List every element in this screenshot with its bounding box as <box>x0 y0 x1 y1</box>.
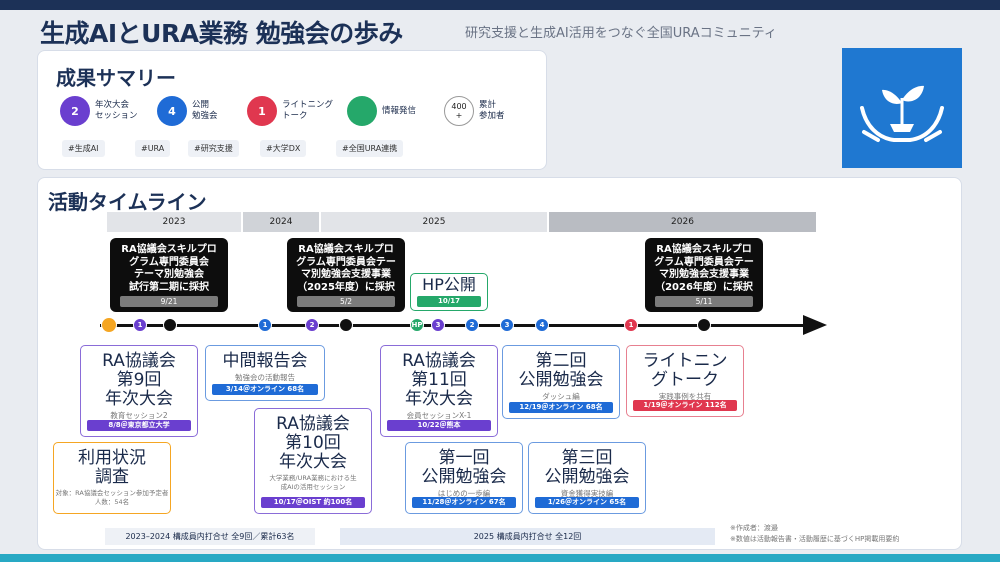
top-accent-bar <box>0 0 1000 10</box>
event-pill: 8/8＠東京都立大学 <box>87 420 191 431</box>
year-2023: 2023 <box>107 212 241 232</box>
start-dot <box>101 317 117 333</box>
event-public-1: 第一回 公開勉強会 はじめの一歩編 11/28＠オンライン 67名 <box>405 442 523 514</box>
stat-label: 累計 参加者 <box>479 100 505 121</box>
event-annual-11: RA協議会 第11回 年次大会 会員セッションX-1 10/22＠熊本 <box>380 345 498 437</box>
stat-label: 公開 勉強会 <box>192 100 218 121</box>
dot-public-4: 4 <box>535 318 549 332</box>
hp-launch-box: HP公開 10/17 <box>410 273 488 311</box>
event-sub: 会員セッションX-1 <box>406 411 472 420</box>
event-title: 中間報告会 <box>222 351 308 371</box>
tag: #全国URA連携 <box>336 140 404 157</box>
stat-public-study: 4 公開 勉強会 <box>157 96 218 126</box>
tag: #研究支援 <box>188 140 239 157</box>
event-pill: 1/19＠オンライン 112名 <box>633 400 737 411</box>
tag: #URA <box>135 140 171 157</box>
stat-circle <box>347 96 377 126</box>
year-2026: 2026 <box>549 212 816 232</box>
event-title: RA協議会 第11回 年次大会 <box>402 351 476 409</box>
event-sub: 大学業務/URA業務における生 成AIの活用セッション <box>269 474 357 491</box>
milestone-date: 5/11 <box>655 296 753 307</box>
stat-circle: 2 <box>60 96 90 126</box>
milestone-2023: RA協議会スキルプロ グラム専門委員会 テーマ別勉強会 試行第二期に採択 9/2… <box>110 238 228 312</box>
event-title: RA協議会 第10回 年次大会 <box>276 414 350 472</box>
dot-annual-2: 2 <box>305 318 319 332</box>
stat-label: 情報発信 <box>382 105 417 116</box>
dot-public-1: 1 <box>258 318 272 332</box>
source-note: ※数値は活動報告書・活動履歴に基づくHP掲載用要約 <box>730 535 900 543</box>
bottom-accent-bar <box>0 554 1000 562</box>
dot-annual-1: 1 <box>133 318 147 332</box>
stat-circle: 1 <box>247 96 277 126</box>
hp-title: HP公開 <box>422 275 476 294</box>
event-pill: 12/19＠オンライン 68名 <box>509 402 613 413</box>
stat-label: 年次大会 セッション <box>95 100 138 121</box>
event-sub: ダッシュ編 <box>542 392 580 401</box>
event-pill: 11/28＠オンライン 67名 <box>412 497 516 508</box>
event-sub: 勉強会の活動報告 <box>235 373 295 382</box>
tag: #生成AI <box>62 140 105 157</box>
dot-hp: HP <box>410 318 424 332</box>
milestone-dot <box>163 318 177 332</box>
milestone-dot <box>339 318 353 332</box>
year-2025: 2025 <box>321 212 547 232</box>
milestone-text: RA協議会スキルプロ グラム専門委員会テー マ別勉強会支援事業 （2026年度）… <box>654 244 754 293</box>
event-pill: 10/22＠熊本 <box>387 420 491 431</box>
event-title: 第一回 公開勉強会 <box>421 448 507 487</box>
event-usage-survey: 利用状況 調査 対象：RA協議会セッション参加予定者 人数：54名 <box>53 442 171 514</box>
milestone-2026: RA協議会スキルプロ グラム専門委員会テー マ別勉強会支援事業 （2026年度）… <box>645 238 763 312</box>
event-sub: 対象：RA協議会セッション参加予定者 人数：54名 <box>55 489 169 506</box>
year-2024: 2024 <box>243 212 319 232</box>
hp-date: 10/17 <box>417 296 481 307</box>
stat-lightning-talk: 1 ライトニング トーク <box>247 96 333 126</box>
dot-annual-3: 3 <box>431 318 445 332</box>
stat-info-dissemination: 情報発信 <box>347 96 416 126</box>
page-title: 生成AIとURA業務 勉強会の歩み <box>40 19 403 48</box>
milestone-date: 5/2 <box>297 296 395 307</box>
plant-in-hands-icon <box>842 48 962 168</box>
page-subtitle: 研究支援と生成AI活用をつなぐ全国URAコミュニティ <box>465 26 777 41</box>
milestone-text: RA協議会スキルプロ グラム専門委員会テー マ別勉強会支援事業 （2025年度）… <box>296 244 396 293</box>
timeline-title: 活動タイムライン <box>48 190 207 214</box>
event-sub: 教育セッション2 <box>110 411 168 420</box>
milestone-dot <box>697 318 711 332</box>
author-note: ※作成者：渡邉 <box>730 524 778 532</box>
stat-label: ライトニング トーク <box>282 100 334 121</box>
event-pill: 1/26＠オンライン 65名 <box>535 497 639 508</box>
milestone-text: RA協議会スキルプロ グラム専門委員会 テーマ別勉強会 試行第二期に採択 <box>121 244 217 293</box>
event-title: 第二回 公開勉強会 <box>518 351 604 390</box>
dot-lightning: 1 <box>624 318 638 332</box>
stat-circle: 4 <box>157 96 187 126</box>
timeline-arrow-icon <box>803 315 827 335</box>
milestone-2025: RA協議会スキルプロ グラム専門委員会テー マ別勉強会支援事業 （2025年度）… <box>287 238 405 312</box>
dot-public-2: 2 <box>465 318 479 332</box>
event-interim-report: 中間報告会 勉強会の活動報告 3/14＠オンライン 68名 <box>205 345 325 401</box>
event-pill: 10/17＠OIST 約100名 <box>261 497 365 508</box>
event-lightning-talk: ライトニン グトーク 実践事例を共有 1/19＠オンライン 112名 <box>626 345 744 417</box>
meetings-2023-2024: 2023–2024 構成員内打合せ 全9回／累計63名 <box>105 528 315 545</box>
event-annual-9: RA協議会 第9回 年次大会 教育セッション2 8/8＠東京都立大学 <box>80 345 198 437</box>
stat-circle: 400 + <box>444 96 474 126</box>
event-pill: 3/14＠オンライン 68名 <box>212 384 318 395</box>
stat-participants: 400 + 累計 参加者 <box>444 96 505 126</box>
event-annual-10: RA協議会 第10回 年次大会 大学業務/URA業務における生 成AIの活用セッ… <box>254 408 372 514</box>
event-title: RA協議会 第9回 年次大会 <box>102 351 176 409</box>
event-public-2: 第二回 公開勉強会 ダッシュ編 12/19＠オンライン 68名 <box>502 345 620 419</box>
stat-annual-sessions: 2 年次大会 セッション <box>60 96 138 126</box>
dot-public-3: 3 <box>500 318 514 332</box>
summary-title: 成果サマリー <box>56 66 176 90</box>
event-title: ライトニン グトーク <box>642 351 728 390</box>
milestone-date: 9/21 <box>120 296 218 307</box>
event-title: 第三回 公開勉強会 <box>544 448 630 487</box>
event-title: 利用状況 調査 <box>78 448 146 487</box>
meetings-2025: 2025 構成員内打合せ 全12回 <box>340 528 715 545</box>
tag: #大学DX <box>260 140 307 157</box>
event-public-3: 第三回 公開勉強会 資金獲得実技編 1/26＠オンライン 65名 <box>528 442 646 514</box>
